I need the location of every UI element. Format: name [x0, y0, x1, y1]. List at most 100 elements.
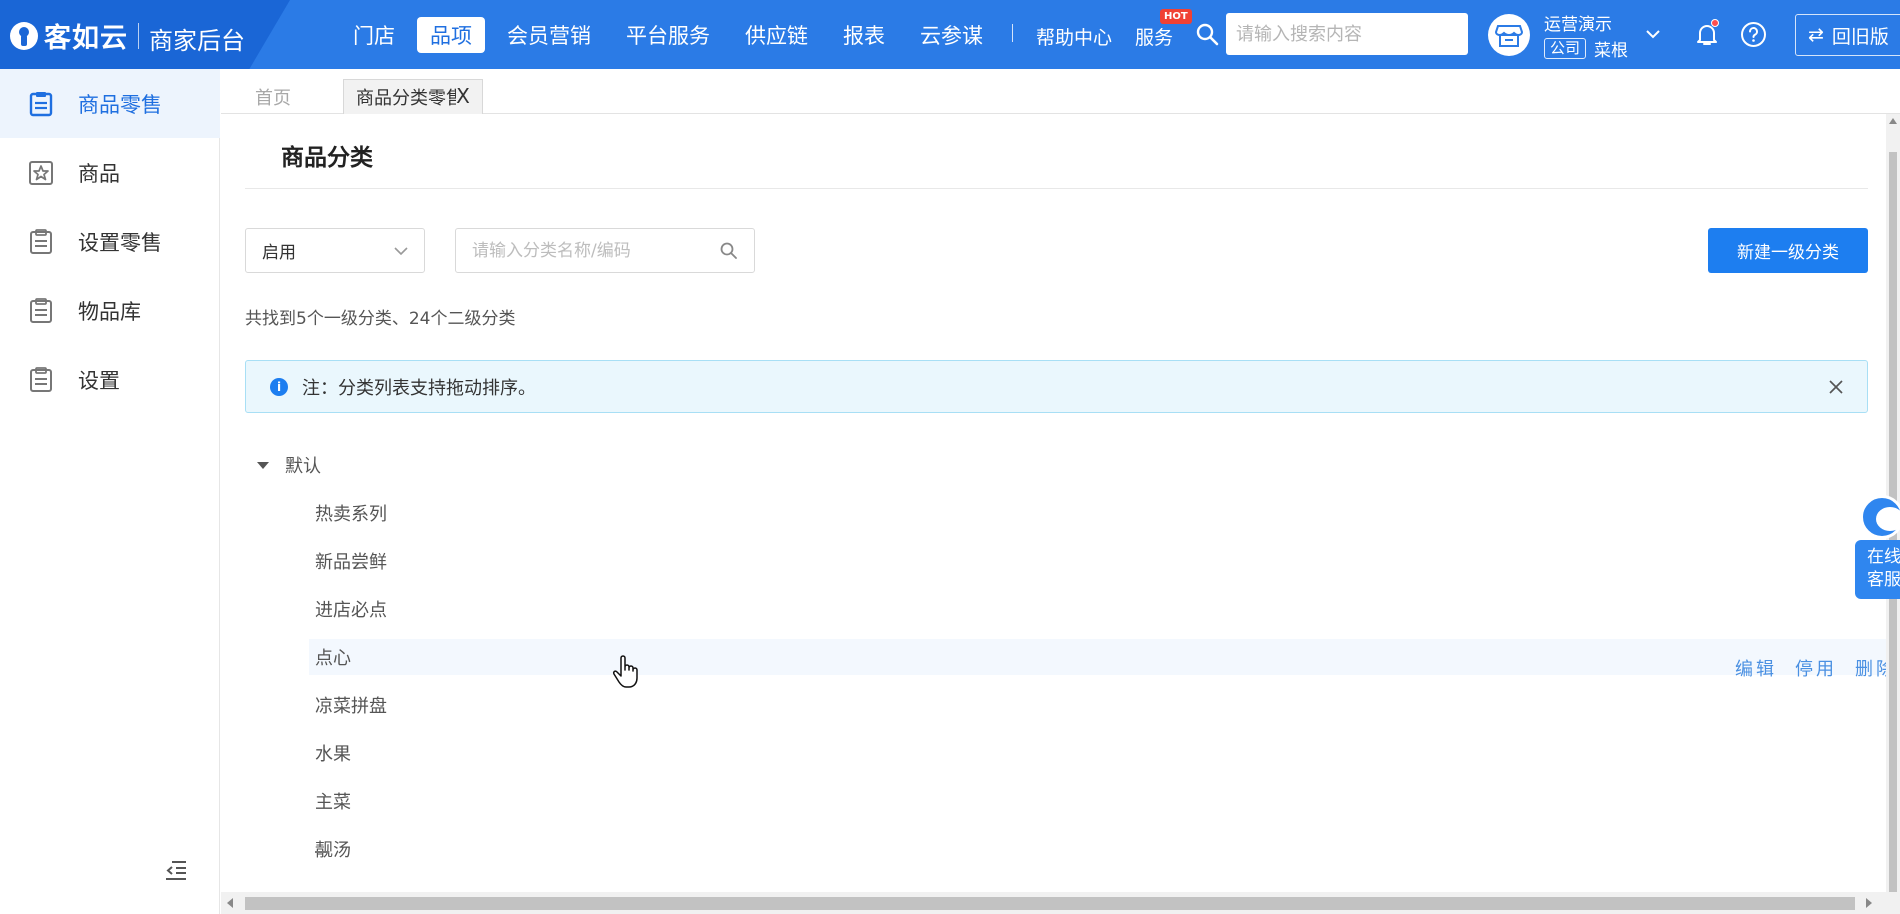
edit-link[interactable]: 编辑: [1735, 655, 1777, 681]
notification-dot: [1711, 19, 1719, 27]
tree-item[interactable]: 水果: [309, 735, 1900, 771]
close-icon[interactable]: [1827, 378, 1845, 396]
tree-item-label: 靓汤: [315, 840, 351, 861]
nav-supply-chain[interactable]: 供应链: [732, 17, 821, 53]
nav-items[interactable]: 品项: [417, 17, 485, 53]
tree-item-label: 点心: [315, 648, 351, 669]
brand-name: 客如云: [44, 23, 128, 54]
hand-cursor-icon: [613, 655, 638, 688]
tree-item-label: 水果: [315, 744, 351, 765]
tab-current-label: 商品分类零售: [356, 88, 456, 109]
disable-link[interactable]: 停用: [1795, 655, 1837, 681]
tree-item-hovered[interactable]: 点心: [309, 639, 1900, 675]
tree-item[interactable]: 主菜: [309, 783, 1900, 819]
search-icon[interactable]: [1195, 22, 1219, 46]
page-title: 商品分类: [281, 145, 373, 171]
online-service-widget[interactable]: 在线 客服: [1855, 495, 1900, 599]
search-icon[interactable]: [719, 241, 738, 260]
global-search-input[interactable]: [1226, 13, 1468, 55]
account-store: 菜根: [1594, 41, 1629, 61]
main-nav: 门店 品项 会员营销 平台服务 供应链 报表 云参谋: [340, 17, 1005, 53]
nav-separator: [1012, 24, 1013, 42]
tree-item[interactable]: 热卖系列: [309, 495, 1900, 531]
tree-item-label: 凉菜拼盘: [315, 696, 387, 717]
info-icon: i: [270, 377, 288, 396]
tree-item-label: 热卖系列: [315, 504, 387, 525]
logo[interactable]: 客如云 商家后台: [10, 15, 245, 56]
drag-sort-notice: i 注：分类列表支持拖动排序。: [245, 360, 1868, 413]
scroll-right-icon[interactable]: [1866, 898, 1872, 908]
tree-item[interactable]: 新品尝鲜: [309, 543, 1900, 579]
chevron-down-icon[interactable]: [1644, 25, 1662, 43]
tree-item[interactable]: 凉菜拼盘: [309, 687, 1900, 723]
nav-stores[interactable]: 门店: [340, 17, 408, 53]
account-info: 公司 菜根: [1544, 36, 1628, 61]
sidebar-item-retail-goods[interactable]: 商品零售: [0, 69, 220, 138]
online-service-line2: 客服: [1867, 570, 1900, 590]
tree-node-default[interactable]: 默认: [245, 447, 321, 483]
tab-home[interactable]: 首页: [239, 79, 339, 114]
tree-item-label: 主菜: [315, 792, 351, 813]
help-icon[interactable]: [1740, 21, 1767, 48]
agent-face: [1876, 507, 1900, 531]
sidebar-item-label: 商品零售: [78, 92, 162, 117]
tree-item-partial: [315, 851, 329, 855]
sidebar-item-retail-settings[interactable]: 设置零售: [0, 207, 220, 276]
hot-badge: HOT: [1160, 9, 1192, 24]
category-search-input[interactable]: [455, 228, 755, 273]
main-content: 商品分类 启用 新建一级分类 共找到5个一级分类、24个二级分类 i 注：分类列…: [221, 114, 1900, 892]
clipboard-icon: [30, 366, 52, 392]
title-divider: [245, 188, 1868, 189]
tree-item-label: 进店必点: [315, 600, 387, 621]
scroll-thumb[interactable]: [245, 897, 1855, 910]
tab-home-label: 首页: [255, 87, 291, 109]
collapse-menu-icon[interactable]: [164, 858, 188, 882]
sidebar: 商品零售 商品 设置零售 物品库 设置: [0, 69, 220, 914]
sidebar-item-item-library[interactable]: 物品库: [0, 276, 220, 345]
service-link[interactable]: 服务: [1135, 23, 1173, 50]
switch-icon: ⇄: [1808, 24, 1824, 46]
tab-close-icon[interactable]: X: [453, 86, 473, 106]
brand-logo-icon: [10, 21, 38, 50]
help-center-link[interactable]: 帮助中心: [1036, 23, 1112, 50]
tree-item-label: 新品尝鲜: [315, 552, 387, 573]
logo-divider: [138, 22, 139, 49]
old-version-button[interactable]: ⇄ 回旧版: [1795, 14, 1900, 56]
horizontal-scrollbar[interactable]: [221, 892, 1900, 914]
sidebar-item-label: 设置: [78, 368, 120, 393]
brand-subtitle: 商家后台: [149, 27, 245, 55]
status-select[interactable]: 启用: [245, 228, 425, 273]
scroll-up-icon[interactable]: [1889, 118, 1897, 124]
nav-cloud-advisor[interactable]: 云参谋: [907, 17, 996, 53]
result-summary: 共找到5个一级分类、24个二级分类: [245, 309, 516, 329]
star-box-icon: [29, 160, 53, 185]
store-avatar[interactable]: [1488, 14, 1530, 56]
sidebar-item-label: 设置零售: [78, 230, 162, 255]
account-type-tag: 公司: [1544, 38, 1587, 59]
support-agent-icon: [1860, 495, 1900, 539]
status-select-value: 启用: [262, 243, 296, 263]
caret-down-icon[interactable]: [257, 461, 269, 469]
online-service-line1: 在线: [1867, 547, 1900, 567]
scroll-left-icon[interactable]: [227, 898, 233, 908]
sidebar-item-label: 物品库: [78, 299, 141, 324]
notice-text: 注：分类列表支持拖动排序。: [302, 377, 536, 399]
chevron-down-icon: [394, 247, 408, 256]
clipboard-icon: [29, 91, 53, 116]
tree-item[interactable]: 进店必点: [309, 591, 1900, 627]
tree-item[interactable]: 靓汤: [309, 831, 1900, 867]
clipboard-icon: [30, 297, 52, 323]
clipboard-icon: [30, 228, 52, 254]
row-actions: 编辑 停用 删除: [1735, 655, 1900, 681]
nav-member-marketing[interactable]: 会员营销: [494, 17, 604, 53]
nav-platform-services[interactable]: 平台服务: [613, 17, 723, 53]
sidebar-item-settings[interactable]: 设置: [0, 345, 220, 414]
sidebar-item-label: 商品: [78, 161, 120, 186]
new-category-button[interactable]: 新建一级分类: [1708, 228, 1868, 273]
top-navigation-bar: 客如云 商家后台 门店 品项 会员营销 平台服务 供应链 报表 云参谋 帮助中心…: [0, 0, 1900, 69]
sidebar-item-goods[interactable]: 商品: [0, 138, 220, 207]
store-icon: [1495, 25, 1523, 47]
nav-reports[interactable]: 报表: [830, 17, 898, 53]
old-version-label: 回旧版: [1831, 25, 1889, 48]
account-name: 运营演示: [1544, 15, 1612, 35]
